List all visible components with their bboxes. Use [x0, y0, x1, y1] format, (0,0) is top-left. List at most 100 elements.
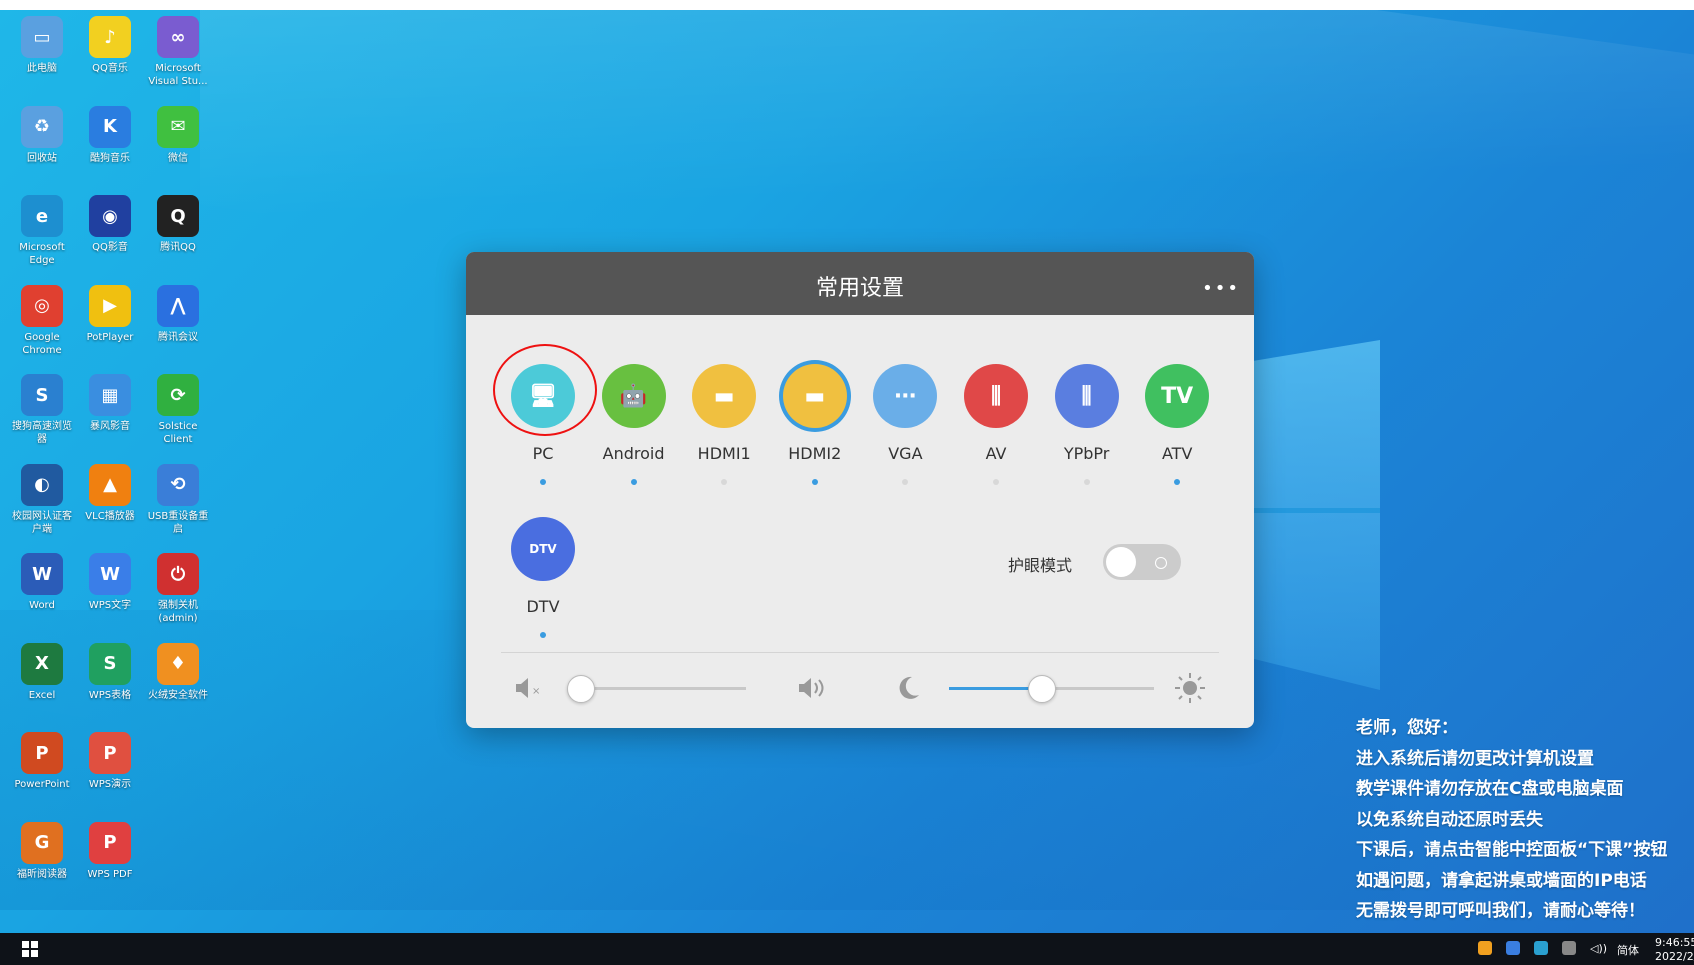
mute-icon[interactable]: × [514, 675, 542, 705]
atv-icon: TV [1145, 364, 1210, 428]
network-icon[interactable] [1562, 941, 1576, 955]
notice-line: 下课后，请点击智能中控面板“下课”按钮 [1356, 840, 1668, 860]
campusnet-icon: ◐ [21, 463, 63, 506]
vlc-icon: ▲ [89, 463, 131, 506]
huorong-icon: ♦ [157, 642, 199, 685]
wechat-icon: ✉ [157, 105, 199, 148]
desktop-icon-word[interactable]: W Word [8, 549, 76, 612]
clock-time: 9:46:55 [1655, 936, 1694, 949]
brightness-slider-thumb[interactable] [1028, 675, 1057, 703]
desktop-icon-label: 强制关机 (admin) [158, 600, 198, 624]
desktop-icon-kugou[interactable]: K 酷狗音乐 [76, 102, 144, 165]
desktop-icon-wpspdf[interactable]: P WPS PDF [76, 818, 144, 881]
volume-slider-track[interactable] [571, 687, 746, 690]
desktop-icon-huorong[interactable]: ♦ 火绒安全软件 [144, 639, 212, 702]
start-button[interactable] [22, 941, 38, 957]
desktop-icon-label: 腾讯会议 [158, 331, 198, 343]
desktop-icon-label: WPS PDF [87, 868, 133, 880]
source-hdmi1-button[interactable]: ▬ HDMI1 [681, 364, 767, 485]
wpssheet-icon: S [89, 642, 131, 685]
desktop-icon-powerpoint[interactable]: P PowerPoint [8, 728, 76, 791]
tencentmeeting-icon: ⋀ [157, 284, 199, 327]
desktop-icon-label: Excel [28, 689, 56, 701]
eye-mode-toggle[interactable] [1103, 544, 1181, 580]
qqmusic-icon: ♪ [89, 16, 131, 58]
forceshutdown-icon: ⏻ [157, 553, 199, 595]
source-status-dot [1083, 479, 1090, 485]
desktop-icon-sogou[interactable]: S 搜狗高速浏览器 [8, 370, 76, 446]
desktop-icon-thispc[interactable]: ▭ 此电脑 [8, 12, 76, 75]
desktop-icon-qqvideo[interactable]: ◉ QQ影音 [76, 191, 144, 254]
clock[interactable]: 9:46:55 2022/2/ [1655, 936, 1694, 964]
chrome-icon: ◎ [21, 284, 63, 327]
edge-icon: e [21, 195, 63, 237]
volume-up-icon[interactable] [797, 675, 829, 705]
desktop-icon-tencentmeeting[interactable]: ⋀ 腾讯会议 [144, 281, 212, 344]
notice-line: 教学课件请勿存放在C盘或电脑桌面 [1356, 779, 1624, 799]
desktop-icon-wpspresent[interactable]: P WPS演示 [76, 728, 144, 791]
desktop-icon-label: Google Chrome [22, 331, 62, 356]
ypbpr-glyph: ⫼ [1081, 383, 1092, 409]
desktop-icon-label: PowerPoint [14, 779, 70, 790]
notice-line: 如遇问题，请拿起讲桌或墙面的IP电话 [1356, 870, 1647, 891]
source-label: AV [985, 444, 1007, 463]
thispc-icon: ▭ [21, 16, 63, 58]
volume-slider-thumb[interactable] [566, 675, 595, 703]
source-atv-button[interactable]: TV ATV [1134, 364, 1220, 485]
desktop-icon-usbreset[interactable]: ⟲ USB重设备重启 [144, 460, 212, 536]
sun-icon[interactable] [1173, 671, 1207, 709]
taskbar: ◁)) 简体 9:46:55 2022/2/ [0, 933, 1694, 965]
desktop-icon-campusnet[interactable]: ◐ 校园网认证客户端 [8, 460, 76, 536]
desktop-icon-label: USB重设备重启 [147, 510, 209, 535]
more-icon[interactable]: ••• [1202, 278, 1240, 299]
dtv-icon: DTV [511, 517, 575, 581]
desktop-icon-excel[interactable]: X Excel [8, 639, 76, 702]
source-status-dot [721, 479, 728, 485]
source-android-button[interactable]: 🤖 Android [591, 364, 677, 485]
wpswriter-icon: W [89, 553, 131, 595]
sogou-icon: S [21, 374, 63, 416]
ime-indicator[interactable]: 简体 [1617, 942, 1639, 958]
desktop-icon-label: Microsoft Edge [19, 242, 65, 266]
dialog-header: 常用设置 ••• [466, 252, 1254, 315]
speaker-icon[interactable]: ◁)) [1590, 942, 1607, 955]
vga-icon: ⋯ [873, 364, 938, 428]
app-tray-icon[interactable] [1506, 941, 1520, 955]
desktop-icon-label: 酷狗音乐 [90, 152, 130, 164]
desktop-icon-forceshutdown[interactable]: ⏻ 强制关机 (admin) [144, 549, 212, 625]
desktop-icon-qqmusic[interactable]: ♪ QQ音乐 [76, 12, 144, 75]
atv-glyph: TV [1161, 383, 1194, 409]
desktop-icon-baofeng[interactable]: ▦ 暴风影音 [76, 370, 144, 433]
desktop-icon-recycle[interactable]: ♻ 回收站 [8, 102, 76, 165]
desktop-icon-solstice[interactable]: ⟳ Solstice Client [144, 370, 212, 446]
desktop-icon-chrome[interactable]: ◎ Google Chrome [8, 281, 76, 357]
wpspdf-icon: P [89, 821, 131, 864]
network-app-icon[interactable] [1534, 941, 1548, 955]
desktop-icon-edge[interactable]: e Microsoft Edge [8, 191, 76, 267]
desktop-icon-wechat[interactable]: ✉ 微信 [144, 102, 212, 165]
recycle-icon: ♻ [21, 105, 63, 148]
hdmi2-glyph: ▬ [804, 383, 826, 409]
source-hdmi2-button[interactable]: ▬ HDMI2 [772, 364, 858, 485]
source-status-dot [993, 479, 999, 485]
source-dtv-button[interactable]: DTV DTV [500, 517, 586, 638]
source-label: HDMI2 [788, 444, 842, 463]
desktop-icon-qq[interactable]: Q 腾讯QQ [144, 191, 212, 254]
desktop-icon-vs[interactable]: ∞ Microsoft Visual Stu... [144, 12, 212, 88]
moon-icon[interactable] [894, 674, 922, 706]
desktop-icon-vlc[interactable]: ▲ VLC播放器 [76, 460, 144, 523]
source-av-button[interactable]: ⫼ AV [953, 364, 1039, 485]
vga-glyph: ⋯ [894, 383, 917, 409]
source-ypbpr-button[interactable]: ⫼ YPbPr [1044, 364, 1130, 485]
usbreset-icon: ⟲ [157, 463, 199, 506]
desktop-icon-label: Word [29, 600, 55, 611]
desktop-icon-foxit[interactable]: G 福昕阅读器 [8, 818, 76, 881]
av-icon: ⫼ [964, 364, 1028, 428]
desktop-icon-potplayer[interactable]: ▶ PotPlayer [76, 281, 144, 344]
solstice-icon: ⟳ [157, 374, 199, 416]
excel-icon: X [21, 642, 63, 685]
desktop-icon-wpswriter[interactable]: W WPS文字 [76, 549, 144, 612]
source-vga-button[interactable]: ⋯ VGA [862, 364, 948, 485]
desktop-icon-wpssheet[interactable]: S WPS表格 [76, 639, 144, 702]
security-shield-icon[interactable] [1478, 941, 1492, 955]
